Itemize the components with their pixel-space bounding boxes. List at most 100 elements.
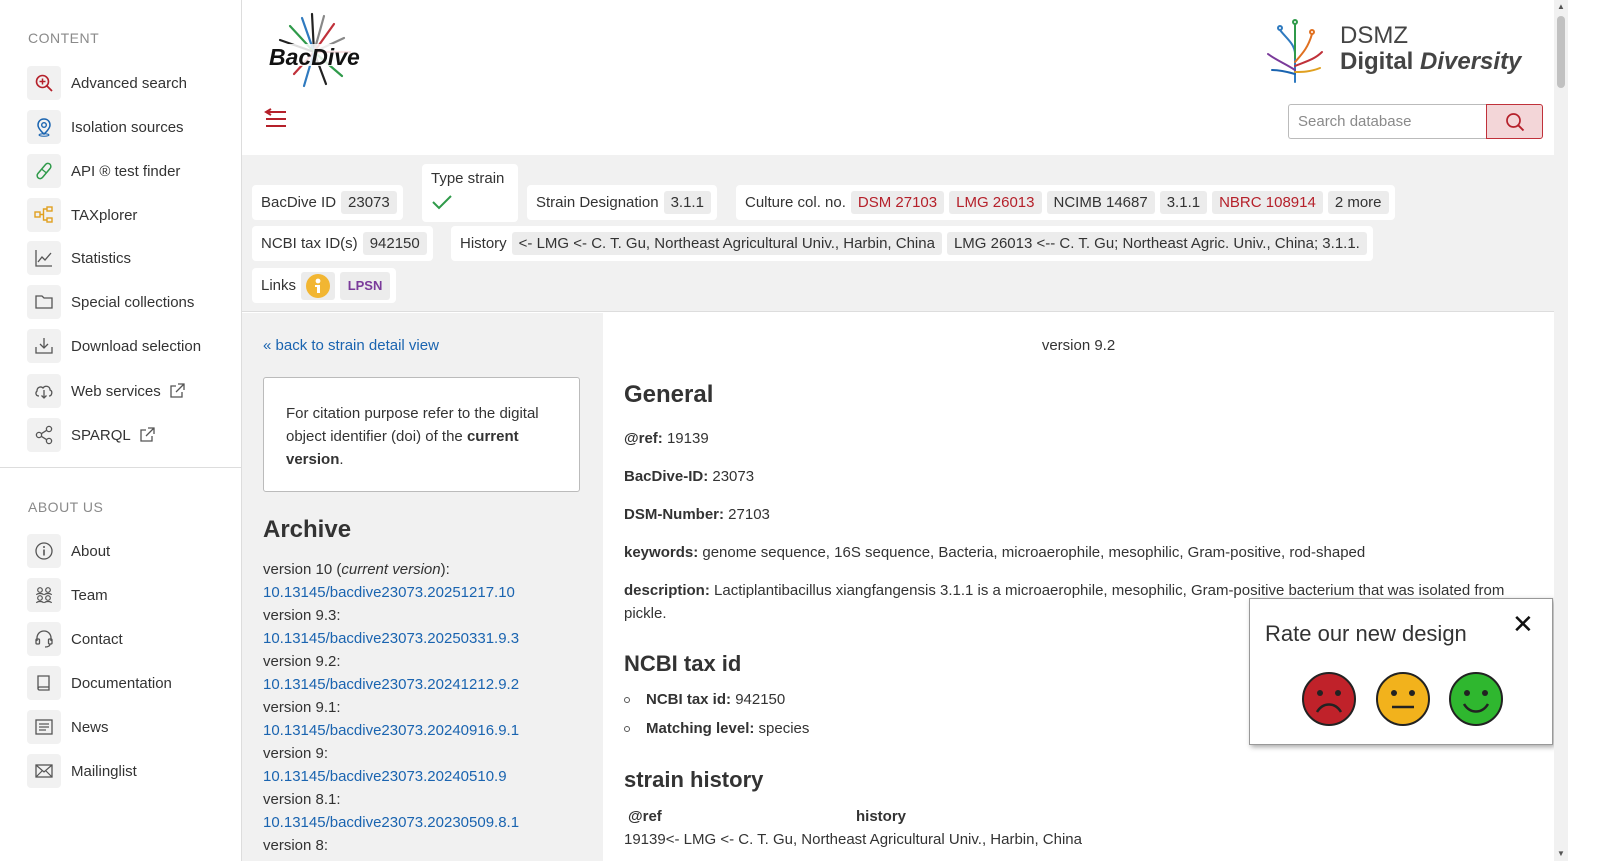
ncbi-tax-id-value: 942150 — [362, 232, 427, 255]
sidebar-item-isolation-sources[interactable]: Isolation sources — [27, 110, 184, 144]
list-item: NCBI tax id: 942150 — [624, 691, 785, 708]
search-bar — [1288, 104, 1543, 139]
sidebar-item-about[interactable]: About — [27, 534, 110, 568]
field-label: DSM-Number: — [624, 506, 724, 523]
field-bacdive-id: BacDive-ID: 23073 — [624, 465, 754, 488]
bullet-icon — [624, 696, 630, 703]
sidebar-item-team[interactable]: Team — [27, 578, 108, 612]
sidebar-item-mailinglist[interactable]: Mailinglist — [27, 754, 137, 788]
sidebar-item-label: Contact — [71, 630, 123, 648]
search-button[interactable] — [1486, 104, 1543, 139]
lpsn-link[interactable]: LPSN — [340, 271, 391, 300]
culture-number-link[interactable]: NBRC 108914 — [1212, 191, 1323, 214]
archive-version-label: version 10 ( — [263, 561, 342, 578]
field-dsm-number: DSM-Number: 27103 — [624, 503, 770, 526]
dsmz-logo[interactable]: DSMZ Digital Diversity — [1262, 14, 1521, 84]
strain-info-bar: BacDive ID 23073 Type strain Strain Desi… — [242, 155, 1554, 312]
headset-icon — [27, 622, 61, 656]
sidebar-heading-content: CONTENT — [28, 30, 100, 46]
field-keywords: keywords: genome sequence, 16S sequence,… — [624, 541, 1365, 564]
sidebar: CONTENT Advanced search Isolation source… — [0, 0, 242, 861]
scroll-up-icon[interactable]: ▲ — [1557, 2, 1565, 11]
scroll-down-icon[interactable]: ▼ — [1557, 849, 1565, 858]
culture-number-link[interactable]: DSM 27103 — [850, 191, 945, 214]
newspaper-icon — [27, 710, 61, 744]
dsmz-logo-line2: Digital Diversity — [1340, 50, 1521, 74]
sidebar-item-api-test-finder[interactable]: API ® test finder — [27, 154, 180, 188]
history-item: LMG 26013 <-- C. T. Gu; Northeast Agric.… — [946, 232, 1367, 255]
history-chip: History <- LMG <- C. T. Gu, Northeast Ag… — [451, 226, 1373, 261]
bacdive-id-label: BacDive ID — [261, 194, 337, 211]
sidebar-item-contact[interactable]: Contact — [27, 622, 123, 656]
share-nodes-icon — [27, 418, 61, 452]
sidebar-heading-about: ABOUT US — [28, 499, 104, 515]
sidebar-item-label: Team — [71, 586, 108, 604]
bacdive-logo[interactable]: BacDive — [264, 10, 364, 94]
archive-doi-link[interactable]: 10.13145/bacdive23073.20240510.9 — [263, 768, 507, 785]
strain-designation-chip: Strain Designation 3.1.1 — [527, 185, 717, 220]
archive-doi-link[interactable]: 10.13145/bacdive23073.20240916.9.1 — [263, 722, 519, 739]
archive-doi-link[interactable]: 10.13145/bacdive23073.20230509.8.1 — [263, 814, 519, 831]
archive-current-label: current version — [341, 561, 441, 578]
ncbi-tax-id-label: NCBI tax ID(s) — [261, 235, 358, 252]
map-pin-icon — [27, 110, 61, 144]
sidebar-item-label: TAXplorer — [71, 206, 138, 224]
sidebar-item-taxplorer[interactable]: TAXplorer — [27, 198, 137, 232]
archive-version-label: version 8.1: — [263, 791, 341, 808]
field-label: description: — [624, 582, 710, 599]
info-icon — [27, 534, 61, 568]
check-icon — [432, 195, 452, 210]
sad-face-button[interactable] — [1301, 671, 1357, 727]
history-value-cell: <- LMG <- C. T. Gu, Northeast Agricultur… — [665, 831, 1082, 848]
search-icon — [1505, 112, 1524, 131]
list-item: Matching level: species — [624, 720, 809, 737]
culture-number-link[interactable]: LMG 26013 — [949, 191, 1042, 214]
happy-face-button[interactable] — [1448, 671, 1504, 727]
external-db-link[interactable] — [301, 271, 336, 300]
sidebar-item-sparql[interactable]: SPARQL — [27, 418, 155, 452]
download-icon — [27, 329, 61, 363]
neutral-face-button[interactable] — [1375, 671, 1431, 727]
field-value: 23073 — [712, 468, 755, 485]
sidebar-item-advanced-search[interactable]: Advanced search — [27, 66, 187, 100]
field-value: 19139 — [666, 430, 709, 447]
sidebar-item-download-selection[interactable]: Download selection — [27, 329, 201, 363]
ncbi-tax-id-chip: NCBI tax ID(s) 942150 — [252, 226, 433, 261]
envelope-icon — [27, 754, 61, 788]
culture-collection-label: Culture col. no. — [745, 194, 846, 211]
archive-doi-link[interactable]: 10.13145/bacdive23073.20251217.10 — [263, 584, 515, 601]
scroll-thumb[interactable] — [1557, 16, 1565, 88]
sidebar-item-label: SPARQL — [71, 426, 131, 444]
sidebar-item-documentation[interactable]: Documentation — [27, 666, 172, 700]
more-culture-numbers-button[interactable]: 2 more — [1327, 191, 1389, 214]
search-input[interactable] — [1288, 104, 1486, 139]
test-strip-icon — [27, 154, 61, 188]
links-chip: Links LPSN — [252, 268, 397, 303]
sidebar-item-news[interactable]: News — [27, 710, 109, 744]
back-to-strain-link[interactable]: « back to strain detail view — [263, 337, 439, 354]
chart-line-icon — [27, 241, 61, 275]
tree-icon — [27, 198, 61, 232]
archive-list: version 10 (current version): 10.13145/b… — [263, 558, 519, 857]
sidebar-item-special-collections[interactable]: Special collections — [27, 285, 194, 319]
menu-collapse-button[interactable] — [264, 108, 288, 134]
culture-collection-chip: Culture col. no. DSM 27103 LMG 26013 NCI… — [736, 185, 1395, 220]
sidebar-item-label: About — [71, 542, 111, 560]
page-scrollbar[interactable]: ▲ ▼ — [1554, 0, 1568, 861]
sidebar-item-statistics[interactable]: Statistics — [27, 241, 131, 275]
close-icon[interactable]: ✕ — [1512, 609, 1534, 640]
archive-doi-link[interactable]: 10.13145/bacdive23073.20241212.9.2 — [263, 676, 519, 693]
external-link-icon — [139, 427, 155, 443]
archive-doi-link[interactable]: 10.13145/bacdive23073.20250331.9.3 — [263, 630, 519, 647]
bacdive-logo-text: BacDive — [269, 44, 360, 70]
archive-title: Archive — [263, 516, 352, 543]
field-label: @ref: — [624, 430, 663, 447]
type-strain-label: Type strain — [431, 170, 505, 187]
external-db-logo-icon — [306, 273, 331, 298]
culture-number: NCIMB 14687 — [1046, 191, 1155, 214]
sidebar-item-label: News — [71, 718, 109, 736]
dsmz-logo-line1: DSMZ — [1340, 22, 1408, 49]
sidebar-item-label: Web services — [71, 382, 161, 400]
sidebar-item-web-services[interactable]: Web services — [27, 374, 185, 408]
field-value: genome sequence, 16S sequence, Bacteria,… — [702, 544, 1366, 561]
